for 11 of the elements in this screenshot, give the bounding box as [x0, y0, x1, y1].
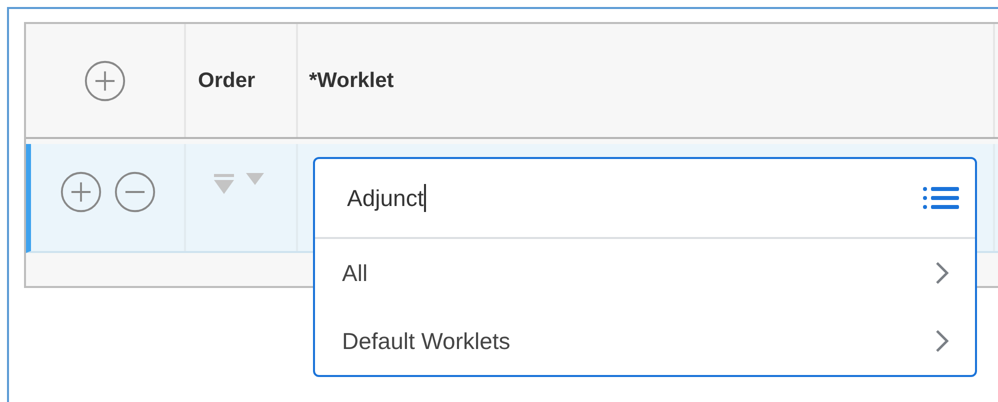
- dropdown-option[interactable]: All: [315, 239, 975, 307]
- dropdown-option[interactable]: Default Worklets: [315, 307, 975, 375]
- add-icon[interactable]: [58, 170, 102, 214]
- add-icon[interactable]: [83, 58, 127, 102]
- column-header: Order: [198, 68, 256, 92]
- remove-icon[interactable]: [112, 170, 156, 214]
- list-icon[interactable]: [923, 185, 959, 211]
- worklet-input-field[interactable]: Adjunct: [315, 159, 975, 239]
- chevron-right-icon: [935, 261, 949, 285]
- column-header: *Worklet: [309, 68, 394, 92]
- chevron-right-icon: [935, 329, 949, 353]
